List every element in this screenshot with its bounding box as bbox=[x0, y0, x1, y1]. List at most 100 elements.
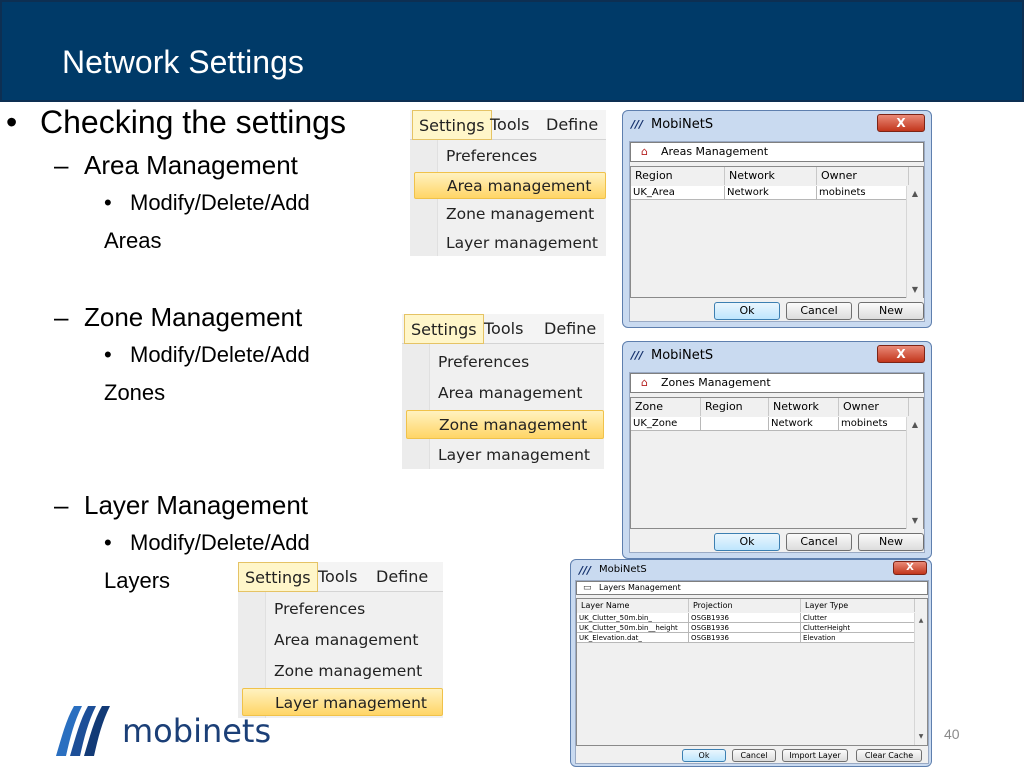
menu-item-preferences[interactable]: Preferences bbox=[414, 143, 606, 170]
table-cell[interactable]: Clutter bbox=[801, 613, 915, 623]
menu-item-area-management[interactable]: Area management bbox=[242, 627, 443, 654]
column-header[interactable]: Projection bbox=[689, 599, 801, 612]
page-number: 40 bbox=[944, 726, 960, 742]
new-button[interactable]: New bbox=[858, 302, 924, 320]
bullet-dot: • bbox=[6, 104, 18, 140]
group-title: Zones Management bbox=[661, 376, 771, 389]
menu-tools[interactable]: Tools bbox=[484, 110, 535, 140]
bullet-dot: • bbox=[104, 342, 112, 367]
bullet-area: – Area Management bbox=[54, 150, 298, 181]
dialog-title: MobiNetS bbox=[651, 348, 714, 363]
menu-tools[interactable]: Tools bbox=[312, 562, 363, 592]
mobinets-logo-icon: /// bbox=[579, 564, 592, 577]
menu-bar: Settings Tools Define bbox=[238, 562, 443, 592]
bullet-area-sub-text: Modify/Delete/Add bbox=[130, 190, 310, 215]
table-cell[interactable]: Network bbox=[769, 417, 839, 431]
bullet-layer-sub: • Modify/Delete/Add bbox=[104, 530, 310, 556]
table-cell[interactable] bbox=[701, 417, 769, 431]
table-cell[interactable]: Elevation bbox=[801, 633, 915, 643]
arrow-up-icon[interactable]: ▲ bbox=[907, 188, 923, 200]
table-cell[interactable]: ClutterHeight bbox=[801, 623, 915, 633]
table-cell[interactable]: Network bbox=[725, 186, 817, 200]
menu-item-layer-management[interactable]: Layer management bbox=[406, 442, 604, 469]
column-header[interactable]: Owner bbox=[839, 398, 909, 416]
bullet-zone-text: Zone Management bbox=[84, 302, 303, 332]
menu-item-area-management[interactable]: Area management bbox=[414, 172, 606, 199]
column-header[interactable]: Zone bbox=[631, 398, 701, 416]
bullet-dot: • bbox=[104, 190, 112, 215]
column-header[interactable]: Owner bbox=[817, 167, 909, 185]
bullet-dash: – bbox=[54, 302, 69, 332]
bullet-dot: • bbox=[104, 530, 112, 555]
menu-tools[interactable]: Tools bbox=[478, 314, 529, 344]
menu-define[interactable]: Define bbox=[538, 314, 602, 344]
ok-button[interactable]: Ok bbox=[714, 533, 780, 551]
column-header[interactable]: Layer Name bbox=[577, 599, 689, 612]
menu-bar: Settings Tools Define bbox=[410, 110, 606, 140]
menu-item-area-management[interactable]: Area management bbox=[406, 380, 604, 407]
cancel-button[interactable]: Cancel bbox=[786, 533, 852, 551]
mobinets-logo-icon bbox=[56, 706, 110, 756]
mobinets-logo: mobinets bbox=[52, 700, 271, 760]
arrow-up-icon[interactable]: ▲ bbox=[907, 419, 923, 431]
menu-item-zone-management[interactable]: Zone management bbox=[242, 658, 443, 685]
bullet-zone: – Zone Management bbox=[54, 302, 302, 333]
settings-menu-layer: Settings Tools Define Preferences Area m… bbox=[238, 562, 443, 718]
zones-grid[interactable]: Zone Region Network Owner UK_Zone Networ… bbox=[630, 397, 924, 529]
house-icon: ▭ bbox=[583, 583, 592, 593]
cancel-button[interactable]: Cancel bbox=[732, 749, 776, 762]
ok-button[interactable]: Ok bbox=[714, 302, 780, 320]
menu-item-preferences[interactable]: Preferences bbox=[406, 349, 604, 376]
group-title: Layers Management bbox=[599, 583, 681, 592]
menu-item-zone-management[interactable]: Zone management bbox=[414, 201, 606, 228]
menu-settings[interactable]: Settings bbox=[412, 110, 492, 140]
column-header[interactable]: Region bbox=[701, 398, 769, 416]
column-header[interactable]: Region bbox=[631, 167, 725, 185]
bullet-dash: – bbox=[54, 150, 69, 180]
column-header[interactable]: Network bbox=[769, 398, 839, 416]
table-cell[interactable]: UK_Zone bbox=[631, 417, 701, 431]
bullet-zone-sub: • Modify/Delete/Add bbox=[104, 342, 310, 368]
arrow-down-icon[interactable]: ▼ bbox=[915, 731, 927, 743]
column-header[interactable]: Network bbox=[725, 167, 817, 185]
menu-define[interactable]: Define bbox=[370, 562, 434, 592]
clear-cache-button[interactable]: Clear Cache bbox=[856, 749, 922, 762]
table-cell[interactable]: OSGB1936 bbox=[689, 623, 801, 633]
menu-define[interactable]: Define bbox=[540, 110, 604, 140]
table-cell[interactable]: OSGB1936 bbox=[689, 613, 801, 623]
menu-item-layer-management[interactable]: Layer management bbox=[242, 688, 443, 716]
table-cell[interactable]: mobinets bbox=[839, 417, 909, 431]
house-icon: ⌂ bbox=[641, 376, 648, 389]
column-header[interactable]: Layer Type bbox=[801, 599, 915, 612]
menu-item-layer-management[interactable]: Layer management bbox=[414, 230, 606, 257]
menu-settings[interactable]: Settings bbox=[404, 314, 484, 344]
scrollbar[interactable]: ▲ ▼ bbox=[914, 613, 927, 745]
table-cell[interactable]: UK_Clutter_50m.bin__height bbox=[577, 623, 689, 633]
menu-item-preferences[interactable]: Preferences bbox=[242, 596, 443, 623]
arrow-down-icon[interactable]: ▼ bbox=[907, 515, 923, 527]
arrow-down-icon[interactable]: ▼ bbox=[907, 284, 923, 296]
bullet-layer-text: Layer Management bbox=[84, 490, 309, 520]
new-button[interactable]: New bbox=[858, 533, 924, 551]
cancel-button[interactable]: Cancel bbox=[786, 302, 852, 320]
scrollbar[interactable]: ▲ ▼ bbox=[906, 186, 923, 298]
table-cell[interactable]: UK_Elevation.dat_ bbox=[577, 633, 689, 643]
areas-dialog: /// MobiNetS X ⌂ Areas Management Region… bbox=[622, 110, 932, 328]
menu-settings[interactable]: Settings bbox=[238, 562, 318, 592]
ok-button[interactable]: Ok bbox=[682, 749, 726, 762]
menu-item-zone-management[interactable]: Zone management bbox=[406, 410, 604, 439]
table-cell[interactable]: OSGB1936 bbox=[689, 633, 801, 643]
table-cell[interactable]: UK_Area bbox=[631, 186, 725, 200]
areas-grid[interactable]: Region Network Owner UK_Area Network mob… bbox=[630, 166, 924, 298]
close-button[interactable]: X bbox=[877, 114, 925, 132]
table-cell[interactable]: mobinets bbox=[817, 186, 909, 200]
group-title-bar: ⌂ Zones Management bbox=[630, 373, 924, 393]
import-layer-button[interactable]: Import Layer bbox=[782, 749, 848, 762]
close-button[interactable]: X bbox=[893, 561, 927, 575]
bullet-area-sub-wrap: Areas bbox=[104, 228, 162, 253]
arrow-up-icon[interactable]: ▲ bbox=[915, 615, 927, 627]
table-cell[interactable]: UK_Clutter_50m.bin_ bbox=[577, 613, 689, 623]
layers-grid[interactable]: Layer Name Projection Layer Type UK_Clut… bbox=[576, 598, 928, 746]
close-button[interactable]: X bbox=[877, 345, 925, 363]
scrollbar[interactable]: ▲ ▼ bbox=[906, 417, 923, 529]
